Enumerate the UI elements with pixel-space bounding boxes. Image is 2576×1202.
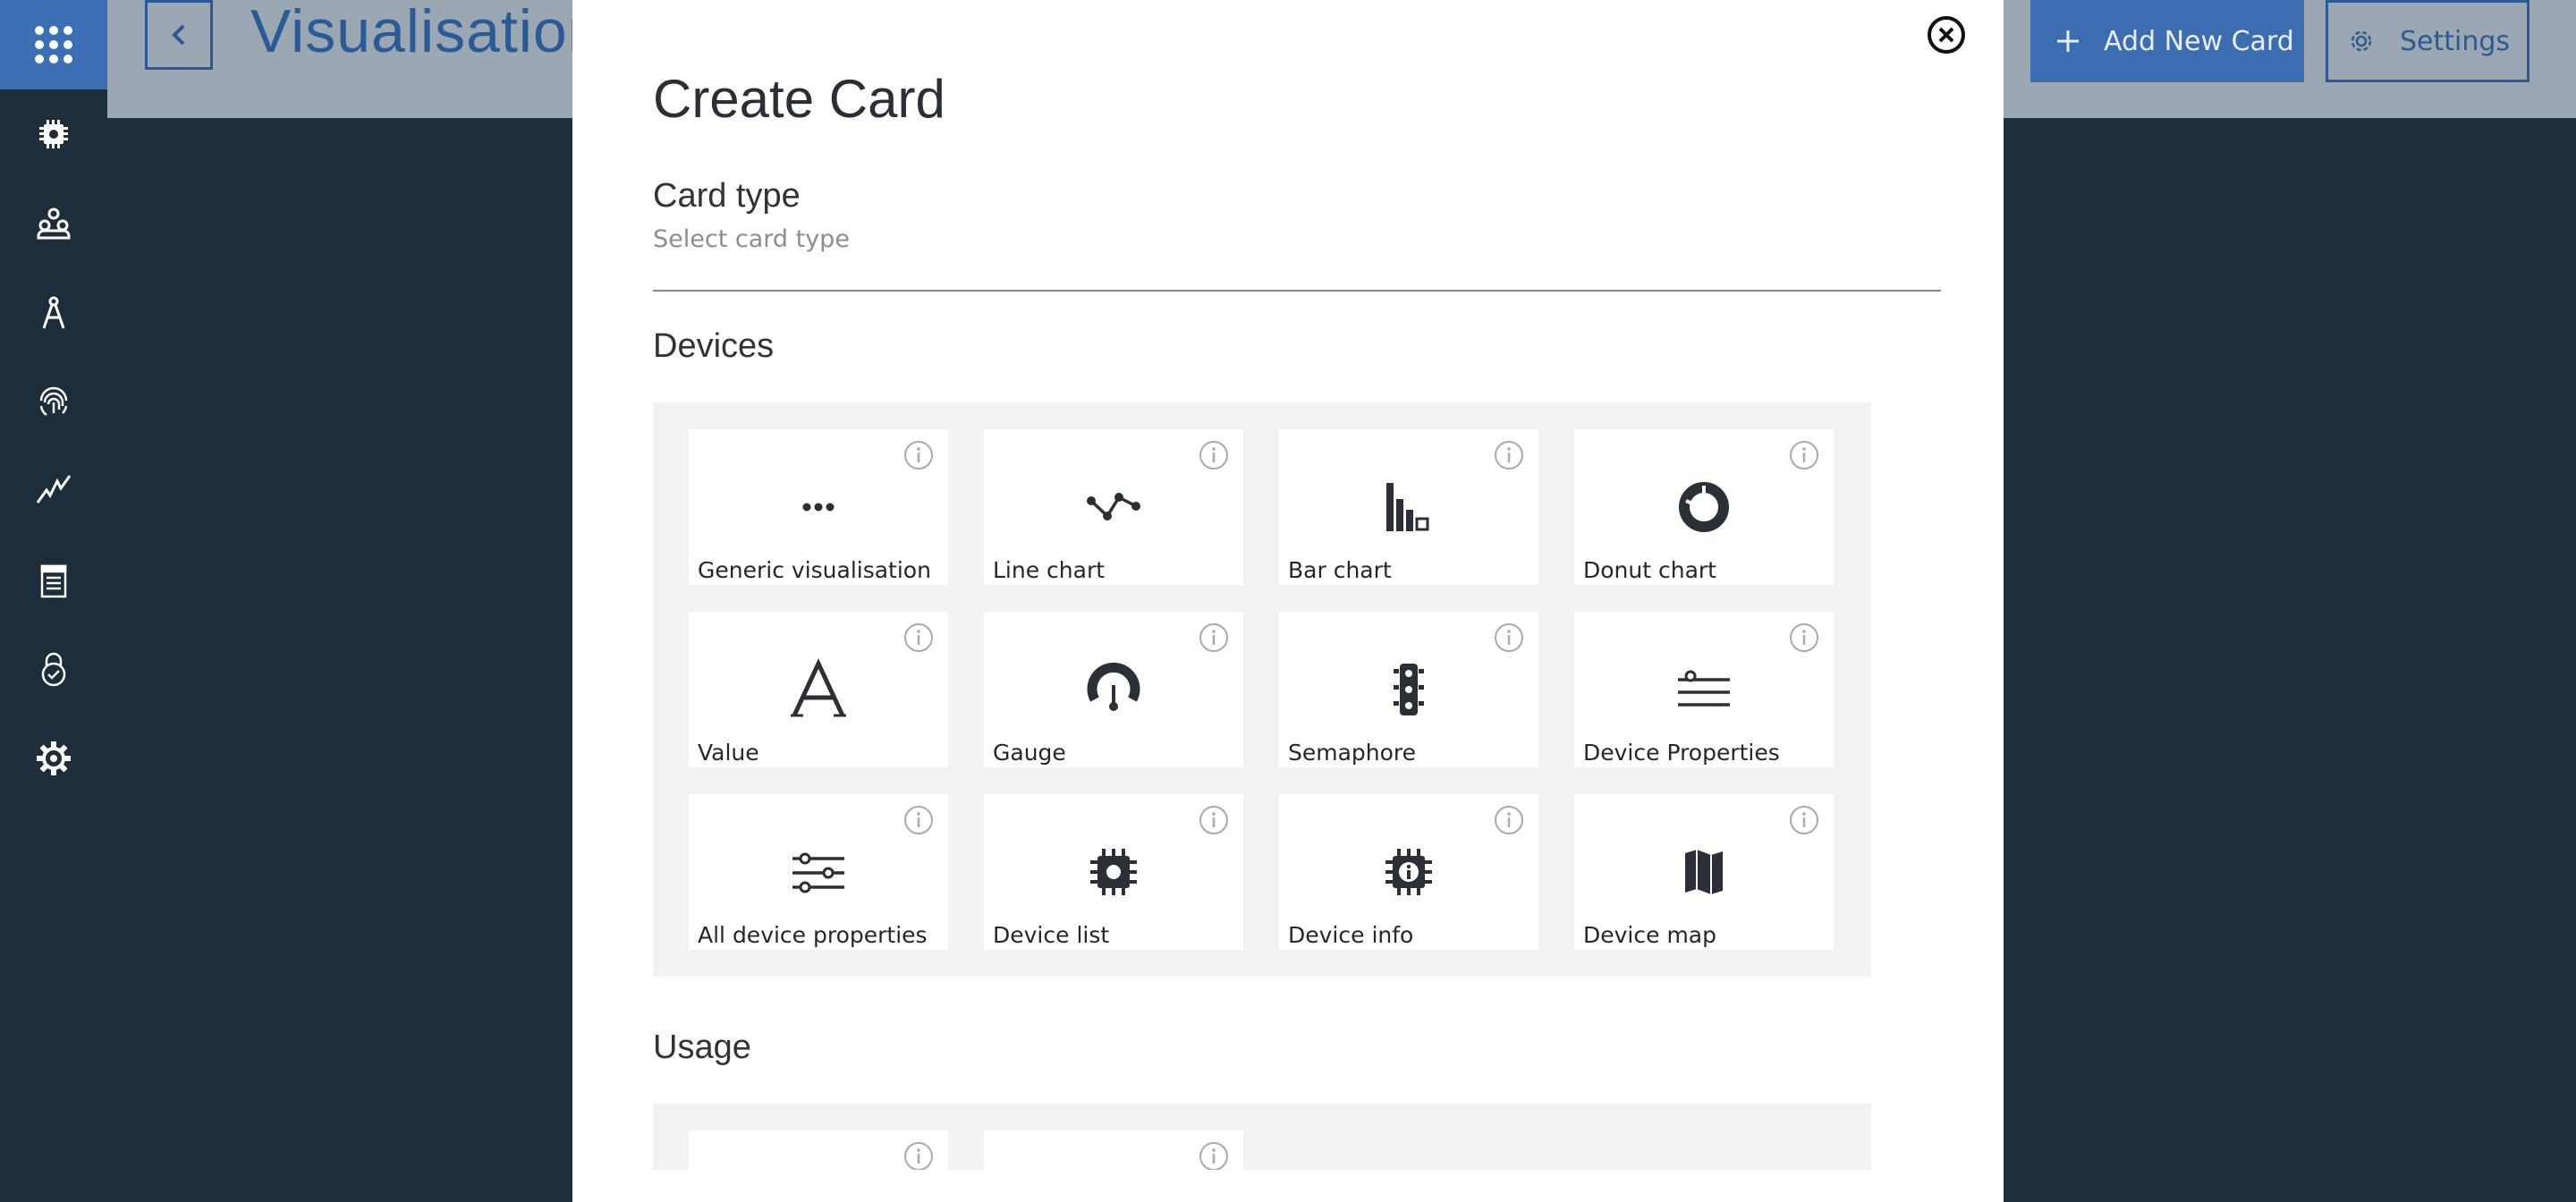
map-icon <box>1685 850 1723 894</box>
info-icon[interactable] <box>903 805 934 835</box>
card-type-placeholder: Select card type <box>653 225 850 253</box>
plus-icon <box>2057 30 2079 52</box>
people-icon <box>37 207 71 240</box>
card-tile-device-properties[interactable]: Device Properties <box>1574 612 1834 767</box>
create-card-modal: Create Card Card type Select card type D… <box>572 0 2004 1202</box>
card-tile-label: Value <box>698 740 759 766</box>
nav-members[interactable] <box>0 195 107 252</box>
chevron-left-icon <box>172 24 185 46</box>
card-tile-semaphore[interactable]: Semaphore <box>1279 612 1538 767</box>
nav-devices[interactable] <box>0 106 107 163</box>
card-tile-label: Bar chart <box>1288 557 1392 583</box>
card-type-label: Card type <box>653 177 801 215</box>
card-tile-generic-visualisation[interactable]: Generic visualisation <box>689 429 948 585</box>
chip-info-icon <box>1385 849 1432 895</box>
info-icon[interactable] <box>1789 622 1819 653</box>
devices-card-grid: Generic visualisation Line chart Bar cha… <box>653 402 1871 977</box>
card-type-select[interactable]: Select card type <box>653 218 1941 292</box>
nav-apps[interactable] <box>0 284 107 342</box>
modal-title: Create Card <box>653 69 945 129</box>
settings-button[interactable]: Settings <box>2326 0 2529 82</box>
info-icon[interactable] <box>1199 440 1229 470</box>
card-tile-device-info[interactable]: Device info <box>1279 794 1538 950</box>
section-title-usage: Usage <box>653 1028 751 1066</box>
card-tile-bar-chart[interactable]: Bar chart <box>1279 429 1538 585</box>
card-tile-device-map[interactable]: Device map <box>1574 794 1834 950</box>
info-icon[interactable] <box>1199 622 1229 653</box>
app-switcher-button[interactable] <box>0 0 107 89</box>
info-icon[interactable] <box>1199 1141 1229 1172</box>
section-title-devices: Devices <box>653 327 775 365</box>
card-tile-label: Semaphore <box>1288 740 1417 766</box>
info-icon[interactable] <box>1494 805 1524 835</box>
nav-compliance[interactable] <box>0 640 107 698</box>
chip-icon <box>39 120 68 148</box>
sliders-icon <box>792 852 844 893</box>
grid-menu-icon <box>35 26 72 63</box>
traffic-light-icon <box>1394 664 1424 715</box>
nav-rules[interactable] <box>0 553 107 610</box>
info-icon[interactable] <box>1789 440 1819 470</box>
card-tile-label: Device info <box>1288 922 1414 948</box>
usage-card-grid <box>653 1104 1871 1184</box>
card-tile-label: Line chart <box>993 557 1106 583</box>
nav-security[interactable] <box>0 372 107 429</box>
info-icon[interactable] <box>1494 622 1524 653</box>
properties-icon <box>1678 670 1730 707</box>
add-new-card-label: Add New Card <box>2104 25 2294 57</box>
card-tile-label: Device list <box>993 922 1110 948</box>
gauge-icon <box>1087 662 1140 711</box>
card-tile-label: Device Properties <box>1583 740 1780 766</box>
bar-chart-icon <box>1386 483 1429 531</box>
card-tile-label: Generic visualisation <box>698 557 931 583</box>
analytics-icon <box>36 475 72 504</box>
card-tile-label: All device properties <box>698 922 928 948</box>
nav-settings[interactable] <box>0 730 107 787</box>
modal-footer-fade <box>572 1170 2004 1202</box>
card-tile-line-chart[interactable]: Line chart <box>984 429 1243 585</box>
card-tile-gauge[interactable]: Gauge <box>984 612 1243 767</box>
donut-chart-icon <box>1679 482 1729 532</box>
card-tile-label: Gauge <box>993 740 1066 766</box>
card-tile-device-list[interactable]: Device list <box>984 794 1243 950</box>
nav-analytics[interactable] <box>0 460 107 517</box>
info-icon[interactable] <box>903 622 934 653</box>
add-new-card-button[interactable]: Add New Card <box>2030 0 2304 82</box>
page-title: Visualisation <box>250 0 603 65</box>
fingerprint-icon <box>39 386 68 417</box>
card-tile-label: Device map <box>1583 922 1716 948</box>
info-icon[interactable] <box>903 1141 934 1172</box>
settings-label: Settings <box>2400 25 2511 57</box>
card-tile-all-device-properties[interactable]: All device properties <box>689 794 948 950</box>
compass-icon <box>42 296 65 329</box>
info-icon[interactable] <box>1789 805 1819 835</box>
gear-icon <box>37 741 71 775</box>
close-icon[interactable] <box>1926 14 1967 55</box>
line-chart-icon <box>1087 493 1140 521</box>
back-button[interactable] <box>145 0 213 70</box>
card-tile-value[interactable]: Value <box>689 612 948 767</box>
document-icon <box>40 564 67 598</box>
gear-icon <box>2351 30 2372 52</box>
dots-icon <box>802 503 835 512</box>
chip-icon <box>1090 849 1137 895</box>
card-tile-label: Donut chart <box>1583 557 1716 583</box>
card-tile-donut-chart[interactable]: Donut chart <box>1574 429 1834 585</box>
letter-a-icon <box>791 658 846 717</box>
left-nav-rail <box>0 0 107 1202</box>
info-icon[interactable] <box>1494 440 1524 470</box>
info-icon[interactable] <box>903 440 934 470</box>
lock-check-icon <box>41 652 66 687</box>
info-icon[interactable] <box>1199 805 1229 835</box>
